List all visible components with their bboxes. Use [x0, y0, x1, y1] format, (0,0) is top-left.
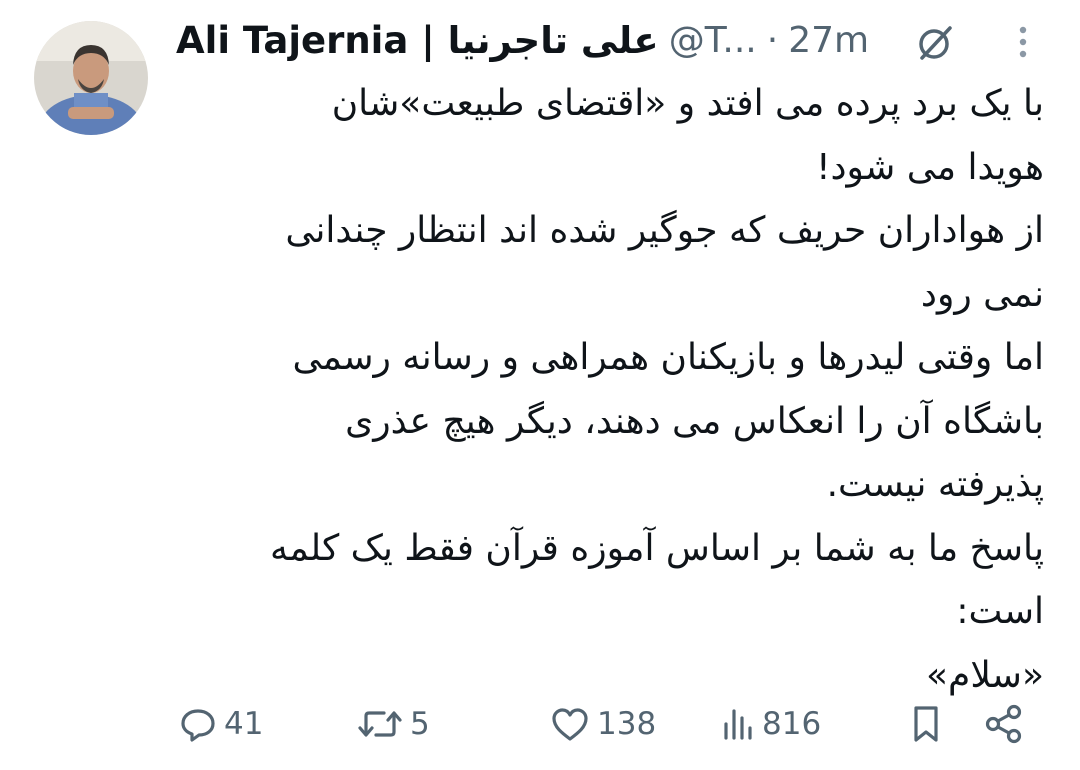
- like-button[interactable]: 138: [549, 696, 656, 752]
- tweet-text-line: باشگاه آن را انعکاس می دهند، دیگر هیچ عذ…: [345, 400, 1044, 442]
- tweet-timestamp[interactable]: 27m: [788, 20, 869, 61]
- share-nodes-icon: [985, 704, 1022, 744]
- tweet-text-line: نمی رود: [920, 273, 1044, 315]
- retweet-button[interactable]: 5: [356, 696, 430, 752]
- bookmark-button[interactable]: [908, 696, 944, 752]
- tweet-text-line: هویدا می شود!: [816, 146, 1044, 188]
- tweet-text: با یک برد پرده می افتد و «اقتضای طبیعت»ش…: [184, 72, 1044, 707]
- author-name[interactable]: Ali Tajernia | علی تاجرنیا: [176, 19, 659, 62]
- retweet-arrows-icon: [358, 711, 402, 737]
- tweet-text-line: با یک برد پرده می افتد و «اقتضای طبیعت»ش…: [331, 83, 1044, 124]
- avatar[interactable]: [34, 21, 148, 135]
- reply-button[interactable]: 41: [178, 696, 263, 752]
- heart-icon: [552, 708, 588, 741]
- retweet-count: 5: [410, 706, 430, 742]
- tweet-text-line: اما وقتی لیدرها و بازیکنان همراهی و رسان…: [292, 337, 1045, 378]
- author-handle[interactable]: @T...: [669, 20, 757, 61]
- tweet-text-line: پاسخ ما به شما بر اساس آموزه قرآن فقط یک…: [270, 527, 1044, 569]
- bar-chart-icon: [724, 709, 752, 740]
- grok-slash-circle-icon[interactable]: [912, 20, 956, 64]
- header-separator: ·: [766, 19, 779, 61]
- avatar-photo: [34, 21, 148, 135]
- tweet-text-line: از هواداران حریف که جوگیر شده اند انتظار…: [285, 210, 1044, 251]
- bookmark-icon: [914, 706, 938, 742]
- share-button[interactable]: [984, 696, 1024, 752]
- speech-bubble-icon: [181, 709, 215, 742]
- tweet-action-bar: 41 5 138 816: [0, 696, 1080, 752]
- tweet-text-line: است:: [956, 591, 1044, 632]
- vertical-dots-icon[interactable]: [1008, 22, 1038, 62]
- reply-count: 41: [224, 706, 264, 742]
- tweet-text-line: پذیرفته نیست.: [826, 464, 1044, 505]
- view-count: 816: [762, 706, 822, 742]
- tweet-header: Ali Tajernia | علی تاجرنیا @T... · 27m: [176, 14, 869, 66]
- views-button[interactable]: 816: [720, 696, 821, 752]
- like-count: 138: [597, 706, 657, 742]
